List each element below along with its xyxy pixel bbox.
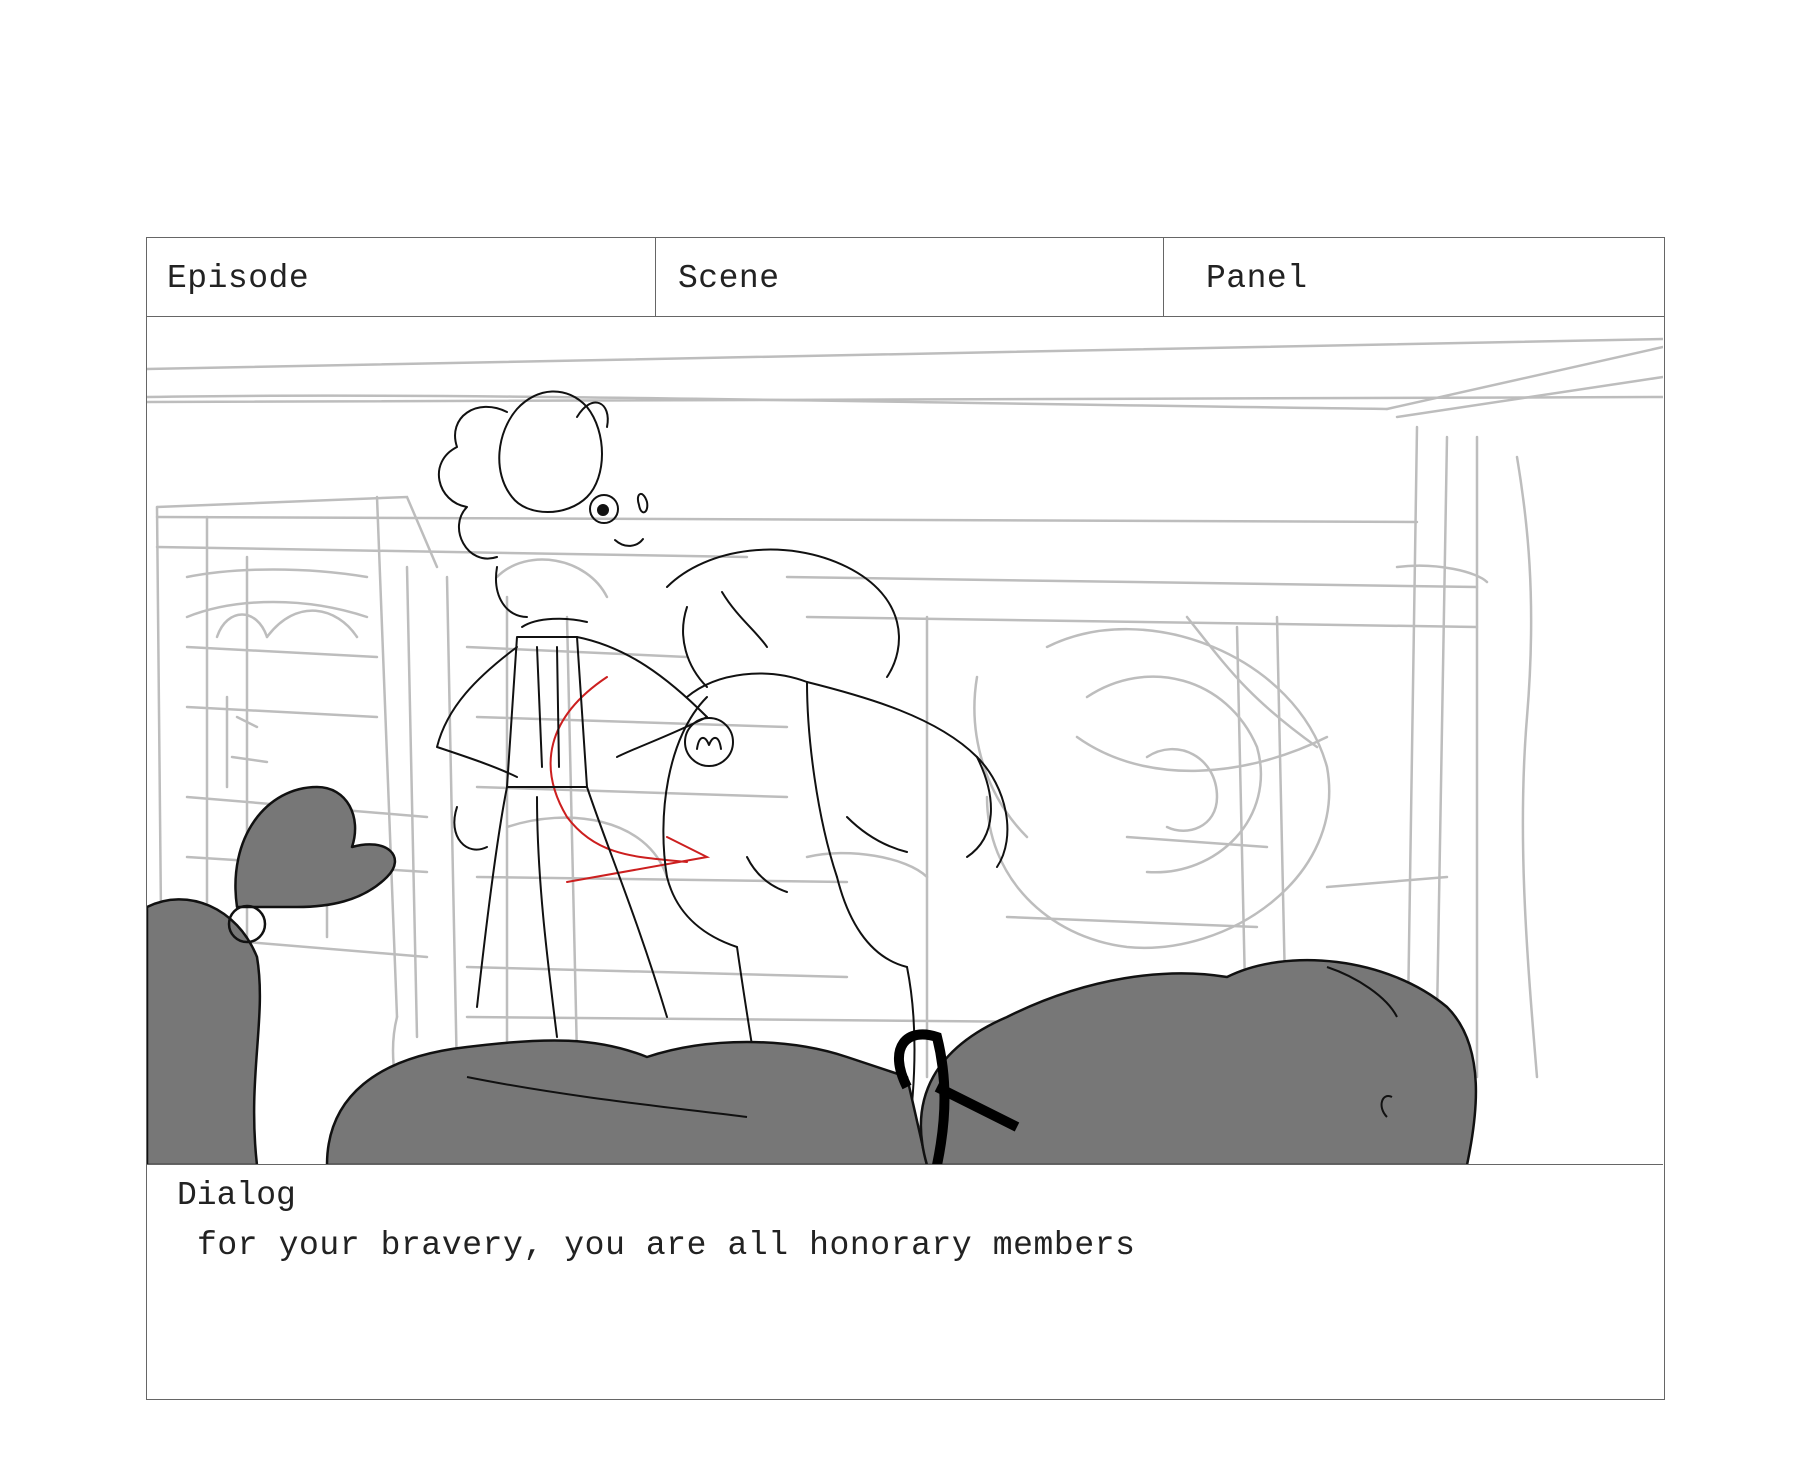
panel-cell: Panel <box>1164 238 1664 316</box>
motion-arrow <box>549 676 711 883</box>
panel-label: Panel <box>1206 260 1308 297</box>
sketch-illustration <box>147 337 1663 1164</box>
dialog-text: for your bravery, you are all honorary m… <box>197 1227 1136 1264</box>
storyboard-sheet: Episode Scene Panel Dialog for your brav… <box>146 237 1665 1400</box>
dialog-label: Dialog <box>177 1177 296 1214</box>
scene-label: Scene <box>678 260 780 297</box>
dialog-section: Dialog for your bravery, you are all hon… <box>147 1165 1664 1399</box>
episode-label: Episode <box>167 260 310 297</box>
scene-cell: Scene <box>656 238 1164 316</box>
storyboard-header: Episode Scene Panel <box>147 238 1664 317</box>
panel-drawing <box>147 317 1663 1165</box>
episode-cell: Episode <box>147 238 656 316</box>
